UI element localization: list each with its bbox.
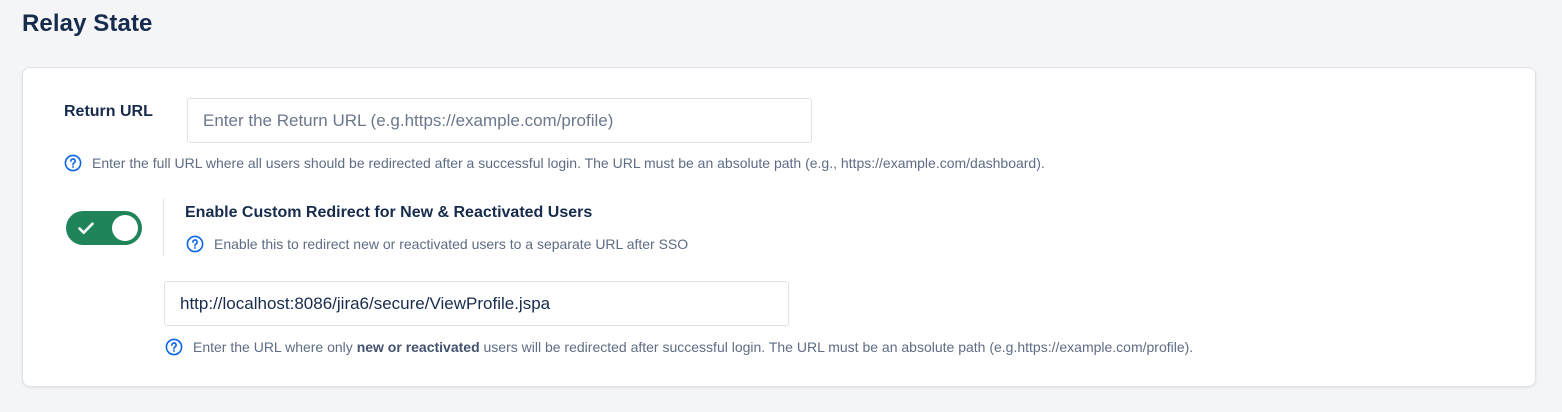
return-url-input[interactable] xyxy=(187,98,812,143)
question-circle-icon xyxy=(165,338,183,356)
url-help-emphasis: new or reactivated xyxy=(356,339,480,355)
vertical-divider xyxy=(163,199,164,256)
url-help-suffix: users will be redirected after successfu… xyxy=(479,339,1194,355)
toggle-knob xyxy=(112,215,138,241)
custom-redirect-help-text: Enable this to redirect new or reactivat… xyxy=(214,236,689,252)
question-circle-icon xyxy=(186,235,204,253)
question-circle-icon xyxy=(64,154,82,172)
custom-redirect-url-help-text: Enter the URL where only new or reactiva… xyxy=(193,339,1193,355)
return-url-label: Return URL xyxy=(64,103,153,120)
custom-redirect-toggle[interactable] xyxy=(66,211,142,245)
return-url-help-text: Enter the full URL where all users shoul… xyxy=(92,155,1045,171)
relay-state-card: Return URL Enter the full URL where all … xyxy=(22,67,1536,387)
check-icon xyxy=(78,222,94,234)
custom-redirect-help: Enable this to redirect new or reactivat… xyxy=(186,235,688,253)
custom-redirect-url-input[interactable] xyxy=(164,281,789,326)
return-url-help: Enter the full URL where all users shoul… xyxy=(64,154,1045,172)
custom-redirect-url-help: Enter the URL where only new or reactiva… xyxy=(165,338,1193,356)
url-help-prefix: Enter the URL where only xyxy=(193,339,357,355)
page-title: Relay State xyxy=(22,10,153,37)
custom-redirect-title: Enable Custom Redirect for New & Reactiv… xyxy=(185,204,593,221)
